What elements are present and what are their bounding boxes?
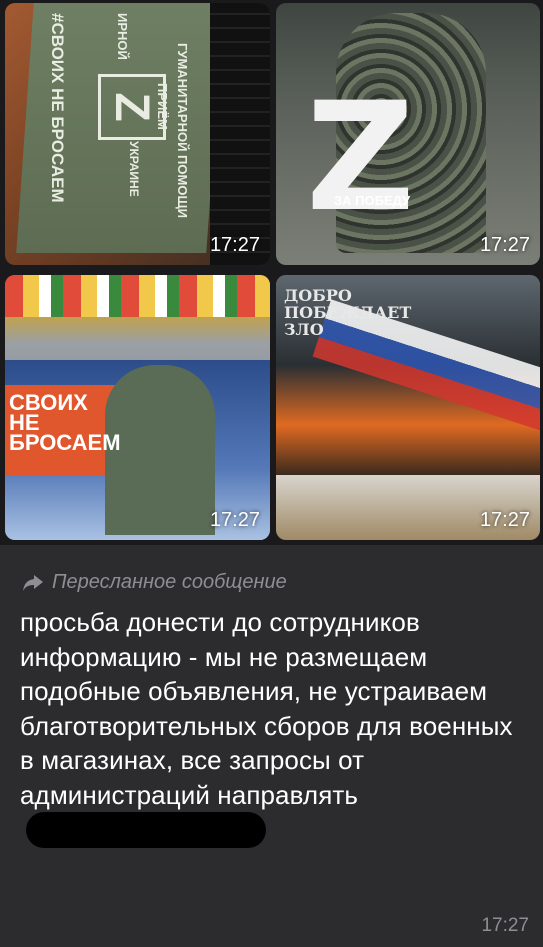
poster-text: УКРАИНЕ [127, 141, 141, 197]
poster-line: БРОСАЕМ [9, 430, 121, 455]
photo-store-shelf-poster[interactable]: СВОИХ НЕ БРОСАЕМ 17:27 [5, 275, 270, 540]
z-letter: Z [306, 71, 415, 245]
poster-text: СВОИХ НЕ БРОСАЕМ [9, 392, 121, 455]
shelf-goods [5, 275, 270, 317]
forwarded-label: Пересланное сообщение [52, 571, 287, 593]
photo-album: Z ПРИЁМ ГУМАНИТАРНОЙ ПОМОЩИ УКРАИНЕ #СВО… [0, 0, 543, 545]
photo-time: 17:27 [209, 509, 260, 531]
message-time: 17:27 [481, 915, 529, 936]
forwarded-header[interactable]: Пересланное сообщение [22, 571, 287, 594]
poster-line: ДОБРО [284, 286, 352, 305]
message-bubble[interactable]: Пересланное сообщение просьба донести до… [0, 545, 543, 947]
soldier-figure [105, 365, 215, 535]
photo-time: 17:27 [209, 234, 260, 256]
poster-text: #СВОИХ НЕ БРОСАЕМ [48, 13, 67, 203]
photo-time: 17:27 [479, 509, 530, 531]
poster-text: ИРНОЙ [115, 13, 130, 60]
poster-line: ПОБЕЖДАЕТ [284, 303, 412, 322]
photo-dobro-poster[interactable]: ДОБРО ПОБЕЖДАЕТ ЗЛО 17:27 [276, 275, 540, 540]
poster-caption: ЗА ПОБЕДУ [334, 193, 411, 208]
message-text: просьба донести до сотрудников информаци… [20, 605, 530, 848]
poster-line: ЗЛО [284, 320, 324, 339]
forward-arrow-icon [23, 574, 43, 591]
photo-humanitarian-poster[interactable]: Z ПРИЁМ ГУМАНИТАРНОЙ ПОМОЩИ УКРАИНЕ #СВО… [5, 3, 270, 265]
keyboard [210, 3, 270, 265]
message-body: просьба донести до сотрудников информаци… [20, 607, 513, 810]
photo-time: 17:27 [479, 234, 530, 256]
poster-text: ПРИЁМ [155, 83, 170, 130]
redaction-mark [26, 812, 266, 848]
poster-title: ДОБРО ПОБЕЖДАЕТ ЗЛО [284, 287, 411, 338]
poster-text: ГУМАНИТАРНОЙ ПОМОЩИ [175, 43, 190, 219]
photo-z-soldier-poster[interactable]: Z ЗА ПОБЕДУ 17:27 [276, 3, 540, 265]
